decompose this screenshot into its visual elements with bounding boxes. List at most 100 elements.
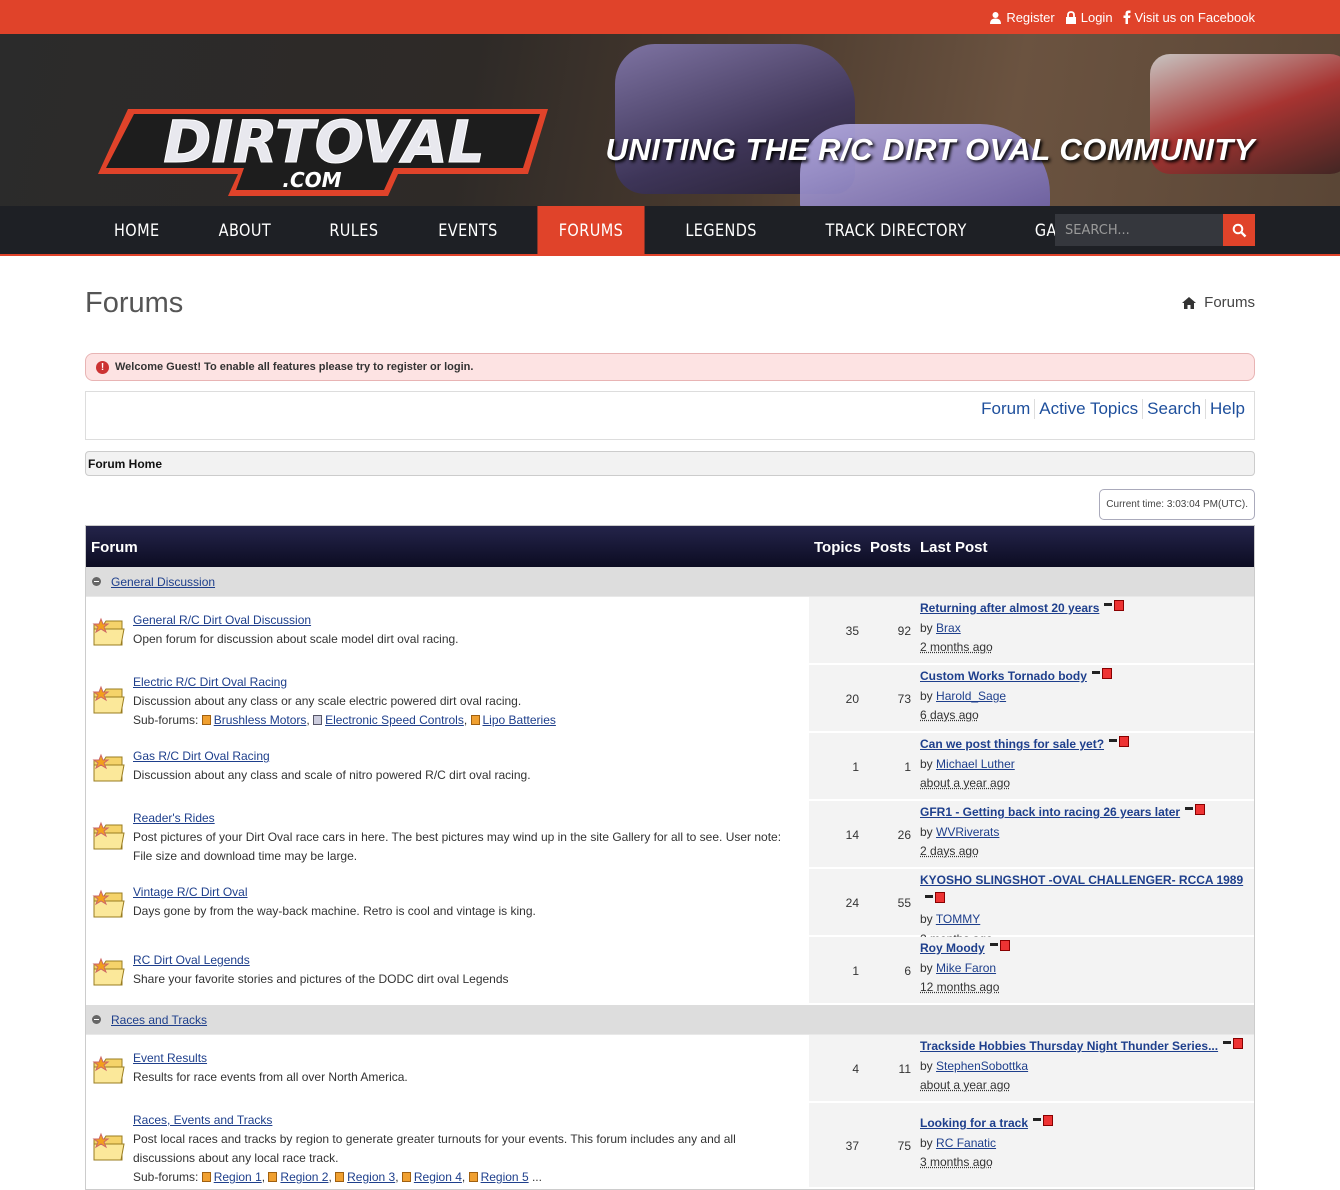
last-post-time: about a year ago (920, 776, 1011, 790)
forum-title-link[interactable]: Event Results (133, 1051, 207, 1065)
last-post-title-link[interactable]: GFR1 - Getting back into racing 26 years… (920, 805, 1180, 819)
nav-home[interactable]: HOME (93, 206, 181, 256)
author-link[interactable]: WVRiverats (936, 825, 999, 839)
topic-count: 1 (852, 964, 859, 978)
forum-title-link[interactable]: Vintage R/C Dirt Oval (133, 885, 248, 899)
subforum-icon (468, 1172, 478, 1182)
go-to-last-post-icon[interactable] (1033, 1115, 1054, 1126)
toolbox-search-link[interactable]: Search (1143, 399, 1207, 419)
forum-info-cell: Vintage R/C Dirt Oval Days gone by from t… (86, 869, 809, 935)
last-post-title-link[interactable]: Looking for a track (920, 1116, 1028, 1130)
subforum-link[interactable]: Region 3 (347, 1170, 395, 1184)
search-button[interactable] (1223, 214, 1255, 246)
last-post-time: 2 months ago (920, 640, 993, 654)
author-link[interactable]: Harold_Sage (936, 689, 1006, 703)
home-icon[interactable] (1181, 296, 1197, 310)
nav-events[interactable]: EVENTS (417, 206, 519, 256)
author-link[interactable]: Brax (936, 621, 961, 635)
forum-info-cell: Races, Events and Tracks Post local races… (86, 1103, 809, 1187)
go-to-last-post-icon[interactable] (1104, 600, 1125, 611)
subforum-link[interactable]: Region 5 (481, 1170, 529, 1184)
forum-info: Gas R/C Dirt Oval Racing Discussion about… (133, 747, 531, 795)
forum-title-link[interactable]: Races, Events and Tracks (133, 1113, 272, 1127)
login-link[interactable]: Login (1065, 10, 1113, 25)
search-icon (1232, 223, 1246, 237)
author-link[interactable]: TOMMY (936, 912, 980, 926)
forum-info: Vintage R/C Dirt Oval Days gone by from t… (133, 883, 536, 931)
forum-title-link[interactable]: Reader's Rides (133, 811, 215, 825)
register-link[interactable]: Register (989, 10, 1055, 25)
forum-home-link[interactable]: Forum Home (88, 457, 162, 471)
go-to-last-post-icon[interactable] (1185, 804, 1206, 815)
subforum-link[interactable]: Electronic Speed Controls (325, 713, 464, 727)
last-post-author: by WVRiverats (920, 823, 1205, 843)
last-post-time: 3 months ago (920, 1155, 993, 1169)
forum-description: Days gone by from the way-back machine. … (133, 904, 536, 918)
post-count: 92 (897, 624, 911, 638)
forum-title-link[interactable]: General R/C Dirt Oval Discussion (133, 613, 311, 627)
last-post-title-link[interactable]: Returning after almost 20 years (920, 601, 1099, 615)
subforum-link[interactable]: Lipo Batteries (483, 713, 556, 727)
go-to-last-post-icon[interactable] (925, 891, 945, 903)
nav-forums[interactable]: FORUMS (537, 206, 645, 256)
last-post-title-link[interactable]: Roy Moody (920, 941, 985, 955)
go-to-last-post-icon[interactable] (1091, 668, 1112, 679)
by-label: by (920, 620, 933, 635)
header-posts: Posts (870, 539, 911, 556)
collapse-icon[interactable] (92, 577, 101, 586)
search-input[interactable] (1055, 214, 1223, 246)
nav-track-directory[interactable]: TRACK DIRECTORY (804, 206, 988, 256)
last-post-title-link[interactable]: KYOSHO SLINGSHOT -OVAL CHALLENGER- RCCA … (920, 873, 1243, 887)
topic-count: 35 (845, 624, 859, 638)
subforum-link[interactable]: Region 2 (280, 1170, 328, 1184)
category-link[interactable]: General Discussion (111, 575, 215, 589)
nav-legends[interactable]: LEGENDS (664, 206, 778, 256)
forum-title-link[interactable]: Electric R/C Dirt Oval Racing (133, 675, 287, 689)
subforum-link[interactable]: Region 4 (414, 1170, 462, 1184)
post-count: 6 (904, 964, 911, 978)
subforums: Sub-forums: Brushless Motors, Electronic… (133, 713, 556, 727)
collapse-icon[interactable] (92, 1015, 101, 1024)
toolbox-help-link[interactable]: Help (1206, 399, 1249, 419)
subforum-link[interactable]: Region 1 (214, 1170, 262, 1184)
by-label: by (920, 756, 933, 771)
site-logo[interactable]: DIRTOVAL .COM (98, 104, 550, 198)
subforum-icon (470, 715, 480, 725)
author-link[interactable]: RC Fanatic (936, 1136, 996, 1150)
nav-rules[interactable]: RULES (308, 206, 400, 256)
forum-info: Reader's Rides Post pictures of your Dirt… (133, 809, 781, 863)
subforum-link[interactable]: Brushless Motors (214, 713, 307, 727)
forum-toolbox: Forum Active Topics Search Help (85, 391, 1255, 440)
toolbox-forum-link[interactable]: Forum (977, 399, 1036, 419)
main-nav: HOME ABOUT RULES EVENTS FORUMS LEGENDS T… (0, 206, 1340, 256)
folder-new-posts-icon (92, 617, 125, 646)
category-link[interactable]: Races and Tracks (111, 1013, 207, 1027)
author-link[interactable]: Mike Faron (936, 961, 996, 975)
top-links: Register Login Visit us on Facebook (989, 0, 1255, 34)
facebook-link[interactable]: Visit us on Facebook (1123, 10, 1255, 25)
last-post-title-link[interactable]: Trackside Hobbies Thursday Night Thunder… (920, 1039, 1218, 1053)
alert-text: Welcome Guest! To enable all features pl… (115, 361, 474, 373)
forum-title-link[interactable]: RC Dirt Oval Legends (133, 953, 250, 967)
forum-row: Event Results Results for race events fro… (86, 1035, 1254, 1103)
nav-about[interactable]: ABOUT (197, 206, 292, 256)
last-post-time: about a year ago (920, 1078, 1011, 1092)
toolbox-active-topics-link[interactable]: Active Topics (1035, 399, 1144, 419)
forum-title-link[interactable]: Gas R/C Dirt Oval Racing (133, 749, 270, 763)
table-header: Forum Topics Posts Last Post (86, 526, 1254, 567)
header-forum: Forum (91, 539, 138, 556)
post-count: 26 (897, 828, 911, 842)
go-to-last-post-icon[interactable] (989, 940, 1010, 951)
forum-info: Electric R/C Dirt Oval Racing Discussion … (133, 673, 556, 727)
go-to-last-post-icon[interactable] (1223, 1038, 1244, 1049)
author-link[interactable]: StephenSobottka (936, 1059, 1028, 1073)
author-link[interactable]: Michael Luther (936, 757, 1015, 771)
go-to-last-post-icon[interactable] (1109, 736, 1130, 747)
forum-info-cell: Gas R/C Dirt Oval Racing Discussion about… (86, 733, 809, 799)
last-post: Can we post things for sale yet? by Micha… (920, 735, 1130, 794)
last-post-title-link[interactable]: Custom Works Tornado body (920, 669, 1087, 683)
forum-row: Races, Events and Tracks Post local races… (86, 1103, 1254, 1189)
last-post-title-link[interactable]: Can we post things for sale yet? (920, 737, 1104, 751)
post-count: 75 (897, 1139, 911, 1153)
subforum-icon (335, 1172, 345, 1182)
